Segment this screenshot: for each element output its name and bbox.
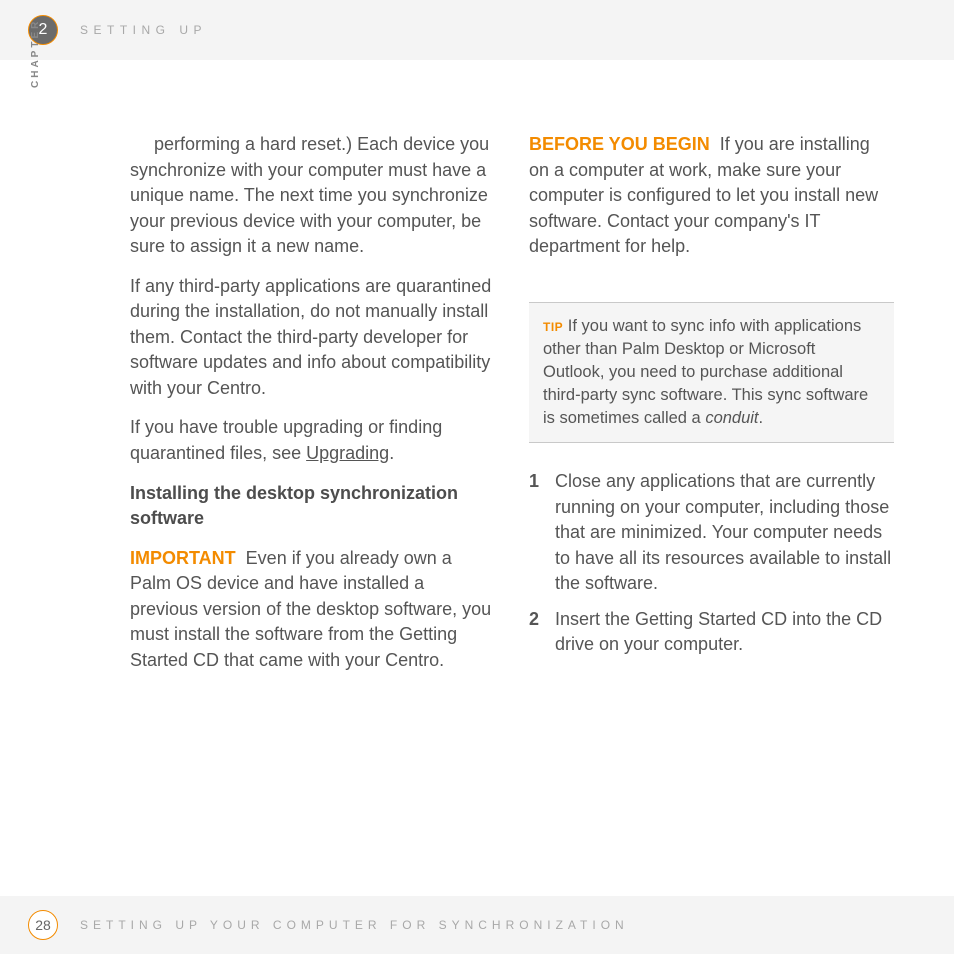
tip-box: TIP If you want to sync info with applic… — [529, 302, 894, 443]
link-upgrading[interactable]: Upgrading — [306, 443, 389, 463]
text-italic: conduit — [705, 409, 758, 427]
page-footer: 28 SETTING UP YOUR COMPUTER FOR SYNCHRON… — [0, 896, 954, 954]
text: . — [759, 409, 764, 427]
chapter-vertical-label: CHAPTER — [30, 19, 41, 88]
list-item: 1 Close any applications that are curren… — [529, 469, 894, 597]
before-you-begin-label: BEFORE YOU BEGIN — [529, 134, 710, 154]
page-header: 2 SETTING UP — [0, 0, 954, 60]
paragraph: performing a hard reset.) Each device yo… — [130, 132, 495, 260]
steps-list: 1 Close any applications that are curren… — [529, 469, 894, 658]
section-heading: Installing the desktop synchronization s… — [130, 481, 495, 532]
column-right: BEFORE YOU BEGIN If you are installing o… — [529, 132, 894, 687]
paragraph: If any third-party applications are quar… — [130, 274, 495, 402]
text: If you have trouble upgrading or finding… — [130, 417, 442, 463]
header-title: SETTING UP — [80, 23, 207, 37]
text: . — [389, 443, 394, 463]
content-area: performing a hard reset.) Each device yo… — [130, 132, 894, 687]
column-left: performing a hard reset.) Each device yo… — [130, 132, 495, 687]
list-item: 2 Insert the Getting Started CD into the… — [529, 607, 894, 658]
paragraph: If you have trouble upgrading or finding… — [130, 415, 495, 466]
important-paragraph: IMPORTANT Even if you already own a Palm… — [130, 546, 495, 674]
tip-label: TIP — [543, 320, 563, 334]
step-text: Insert the Getting Started CD into the C… — [555, 607, 894, 658]
step-number: 2 — [529, 607, 555, 658]
step-text: Close any applications that are currentl… — [555, 469, 894, 597]
before-you-begin-paragraph: BEFORE YOU BEGIN If you are installing o… — [529, 132, 894, 260]
page-number-badge: 28 — [28, 910, 58, 940]
footer-title: SETTING UP YOUR COMPUTER FOR SYNCHRONIZA… — [80, 918, 629, 932]
important-label: IMPORTANT — [130, 548, 236, 568]
step-number: 1 — [529, 469, 555, 597]
